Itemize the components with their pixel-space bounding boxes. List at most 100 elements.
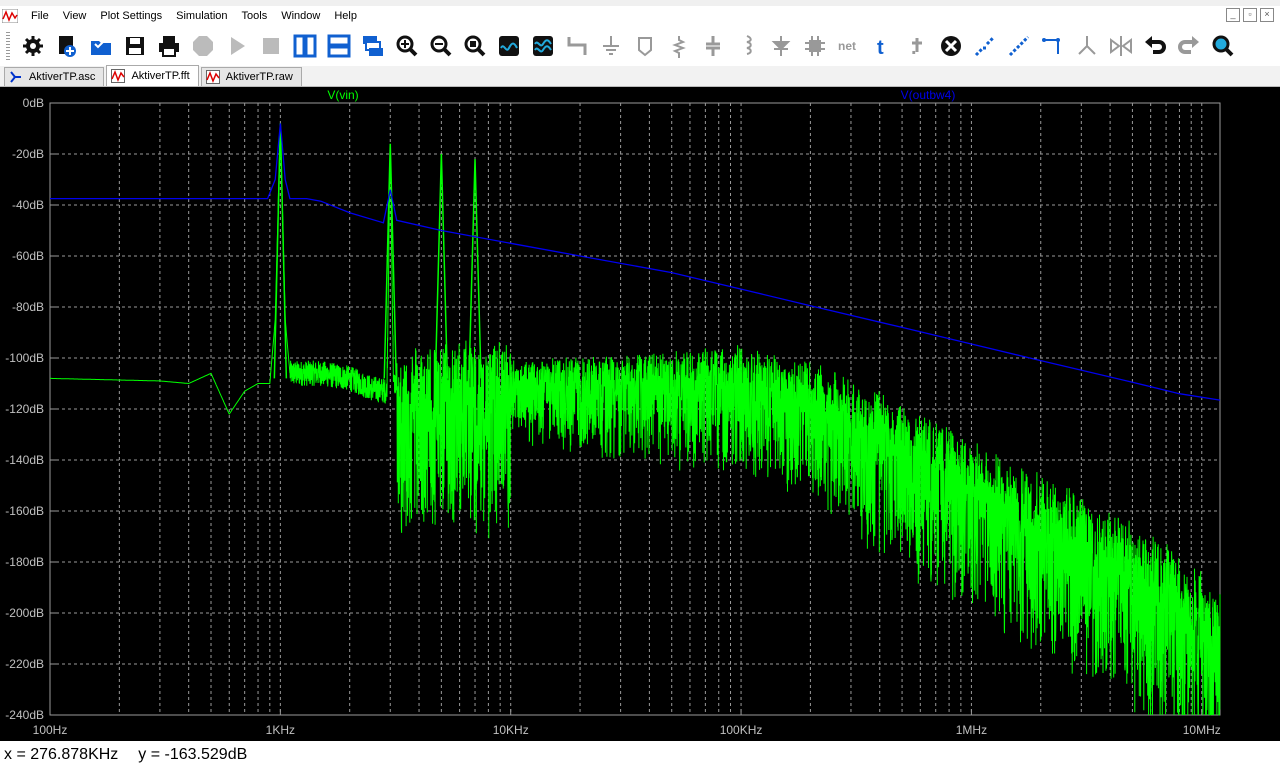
menu-tools[interactable]: Tools bbox=[235, 6, 275, 26]
tile-horizontal-icon bbox=[327, 34, 351, 58]
cursor-y-readout: y = -163.529dB bbox=[138, 746, 248, 763]
x-tick-label: 100KHz bbox=[720, 723, 763, 737]
trace-label-vin[interactable]: V(vin) bbox=[327, 88, 358, 102]
zoom-in-button[interactable] bbox=[392, 31, 422, 61]
cascade-icon bbox=[363, 36, 383, 56]
zoom-out-button[interactable] bbox=[426, 31, 456, 61]
resistor-icon bbox=[672, 36, 686, 58]
minimize-icon[interactable]: _ bbox=[1226, 8, 1240, 22]
duplicate-button[interactable] bbox=[970, 31, 1000, 61]
capacitor-icon bbox=[706, 36, 720, 56]
menu-plot-settings[interactable]: Plot Settings bbox=[93, 6, 169, 26]
run-button[interactable] bbox=[222, 31, 252, 61]
find-icon bbox=[1212, 35, 1234, 57]
run-icon bbox=[231, 37, 245, 55]
gear-button[interactable] bbox=[18, 31, 48, 61]
delete-button[interactable] bbox=[936, 31, 966, 61]
restore-icon[interactable]: ▫ bbox=[1243, 8, 1257, 22]
tab-label: AktiverTP.asc bbox=[29, 71, 96, 83]
undo-icon bbox=[1145, 36, 1166, 54]
tile-vertical-icon bbox=[293, 34, 317, 58]
close-icon[interactable]: × bbox=[1260, 8, 1274, 22]
undo-button[interactable] bbox=[1140, 31, 1170, 61]
x-tick-label: 100Hz bbox=[33, 723, 68, 737]
y-tick-label: -240dB bbox=[5, 708, 44, 722]
open-schematic-icon bbox=[59, 36, 76, 57]
tab-aktivertp-asc[interactable]: AktiverTP.asc bbox=[4, 67, 105, 86]
duplicate-icon bbox=[974, 35, 996, 57]
redo-button[interactable] bbox=[1174, 31, 1204, 61]
inductor-button[interactable] bbox=[732, 31, 762, 61]
y-tick-label: -220dB bbox=[5, 657, 44, 671]
toolbar: net t. bbox=[0, 26, 1280, 67]
autorange-button[interactable] bbox=[494, 31, 524, 61]
print-button[interactable] bbox=[154, 31, 184, 61]
halt-icon bbox=[193, 36, 213, 56]
y-tick-label: -160dB bbox=[5, 504, 44, 518]
menu-window[interactable]: Window bbox=[274, 6, 327, 26]
plot-pane[interactable]: 0dB -20dB -40dB -60dB -80dB -100dB -120dB -140d… bbox=[0, 87, 1280, 741]
waveform-button[interactable] bbox=[528, 31, 558, 61]
label-button[interactable] bbox=[630, 31, 660, 61]
y-tick-label: -40dB bbox=[12, 198, 44, 212]
delete-icon bbox=[941, 36, 961, 56]
y-tick-label: -200dB bbox=[5, 606, 44, 620]
net-label-button[interactable]: net bbox=[834, 31, 864, 61]
tile-vertical-button[interactable] bbox=[290, 31, 320, 61]
halt-button[interactable] bbox=[188, 31, 218, 61]
rotate-button[interactable] bbox=[1072, 31, 1102, 61]
tile-horizontal-button[interactable] bbox=[324, 31, 354, 61]
ground-button[interactable] bbox=[596, 31, 626, 61]
mirror-button[interactable] bbox=[1106, 31, 1136, 61]
y-tick-label: -100dB bbox=[5, 351, 44, 365]
menu-view[interactable]: View bbox=[56, 6, 94, 26]
y-tick-label: -80dB bbox=[12, 300, 44, 314]
x-tick-label: 10MHz bbox=[1183, 723, 1221, 737]
component-icon bbox=[805, 36, 825, 56]
component-button[interactable] bbox=[800, 31, 830, 61]
cursor-x-readout: x = 276.878KHz bbox=[4, 746, 119, 763]
app-icon bbox=[2, 9, 18, 23]
waveform-icon bbox=[533, 36, 553, 56]
capacitor-button[interactable] bbox=[698, 31, 728, 61]
zoom-fit-icon bbox=[464, 35, 486, 57]
zoom-in-icon bbox=[396, 35, 418, 57]
move-button[interactable] bbox=[1004, 31, 1034, 61]
status-bar: x = 276.878KHz y = -163.529dB bbox=[0, 741, 1280, 769]
text-icon: t bbox=[877, 37, 884, 58]
text-button[interactable]: t bbox=[868, 31, 898, 61]
toolbar-grip[interactable] bbox=[6, 32, 10, 60]
menu-file[interactable]: File bbox=[24, 6, 56, 26]
drag-icon bbox=[1042, 38, 1060, 54]
rotate-icon bbox=[1078, 36, 1096, 55]
zoom-out-icon bbox=[430, 35, 452, 57]
menu-simulation[interactable]: Simulation bbox=[169, 6, 234, 26]
ground-icon bbox=[603, 36, 619, 55]
y-axis-ticks: 0dB -20dB -40dB -60dB -80dB -100dB -120dB -140d… bbox=[5, 96, 44, 722]
waveform-icon bbox=[111, 69, 126, 83]
menu-help[interactable]: Help bbox=[327, 6, 364, 26]
open-folder-button[interactable] bbox=[86, 31, 116, 61]
tab-bar: AktiverTP.asc AktiverTP.fft AktiverTP.ra… bbox=[0, 65, 1280, 87]
diode-button[interactable] bbox=[766, 31, 796, 61]
tab-aktivertp-fft[interactable]: AktiverTP.fft bbox=[106, 65, 199, 86]
cascade-button[interactable] bbox=[358, 31, 388, 61]
drag-button[interactable] bbox=[1038, 31, 1068, 61]
resistor-button[interactable] bbox=[664, 31, 694, 61]
y-tick-label: -120dB bbox=[5, 402, 44, 416]
wire-button[interactable] bbox=[562, 31, 592, 61]
trace-vin bbox=[50, 125, 1221, 716]
find-button[interactable] bbox=[1208, 31, 1238, 61]
open-schematic-button[interactable] bbox=[52, 31, 82, 61]
spike-vin bbox=[273, 123, 288, 379]
y-tick-label: -20dB bbox=[12, 147, 44, 161]
save-button[interactable] bbox=[120, 31, 150, 61]
stop-button[interactable] bbox=[256, 31, 286, 61]
spice-directive-button[interactable]: . bbox=[902, 31, 932, 61]
gear-icon bbox=[23, 36, 43, 56]
traces bbox=[50, 123, 1221, 716]
trace-label-outbw4[interactable]: V(outbw4) bbox=[901, 88, 956, 102]
zoom-fit-button[interactable] bbox=[460, 31, 490, 61]
fft-plot[interactable]: 0dB -20dB -40dB -60dB -80dB -100dB -120dB -140d… bbox=[0, 87, 1280, 741]
tab-aktivertp-raw[interactable]: AktiverTP.raw bbox=[200, 67, 302, 86]
